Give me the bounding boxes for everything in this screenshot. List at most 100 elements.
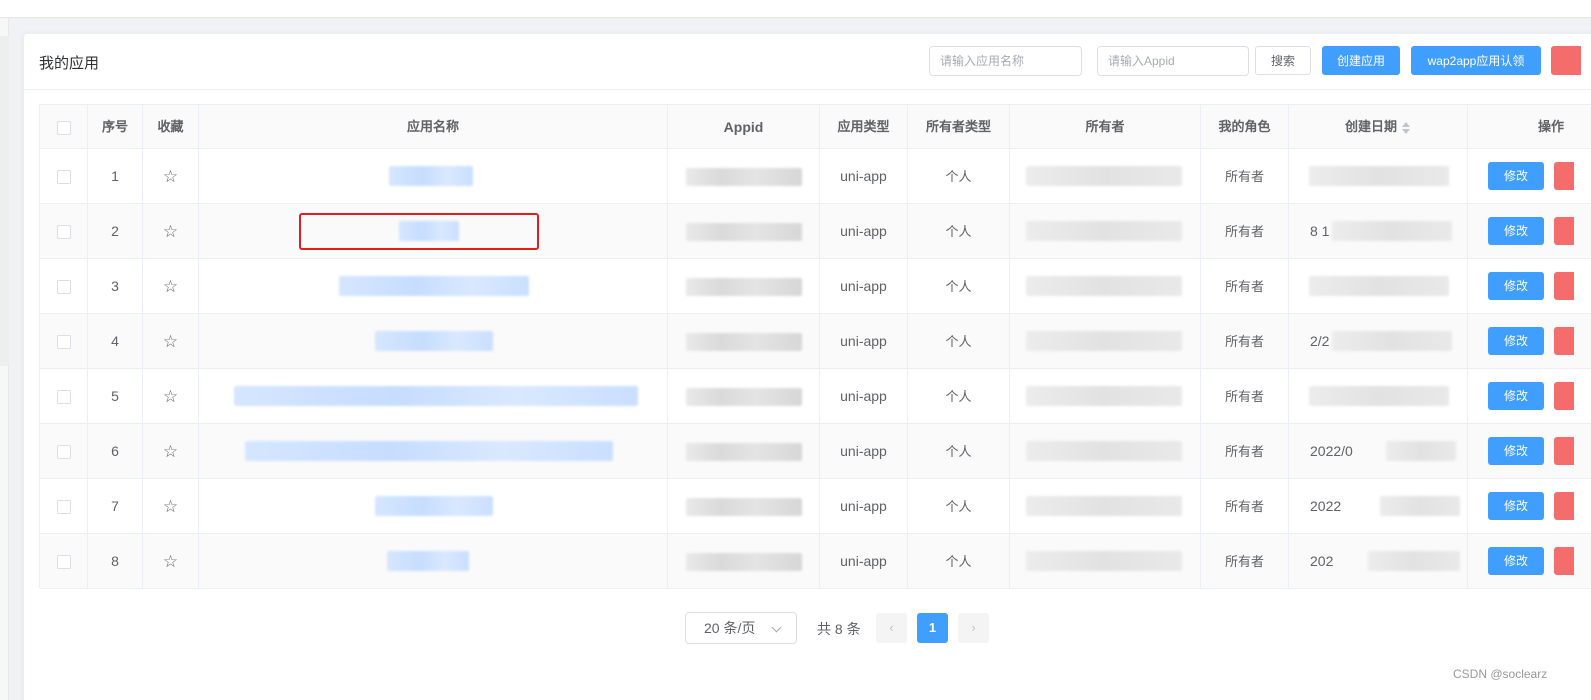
owner-redacted [1026, 496, 1182, 516]
page-size-select[interactable]: 20 条/页 [685, 612, 797, 644]
prev-page-button[interactable]: ‹ [876, 613, 907, 643]
edit-button[interactable]: 修改 [1488, 382, 1544, 410]
star-icon[interactable]: ☆ [163, 167, 178, 186]
table-row[interactable]: 8 ☆ uni-app 个人 所有者 202 修改 [40, 534, 1591, 589]
app-name-redacted[interactable] [389, 166, 473, 186]
app-name-redacted[interactable] [339, 276, 529, 296]
page-button-1[interactable]: 1 [917, 613, 948, 643]
star-icon[interactable]: ☆ [163, 442, 178, 461]
highlight-annotation-box [299, 213, 539, 250]
table-row[interactable]: 6 ☆ uni-app 个人 所有者 2022/0 修改 [40, 424, 1591, 479]
table-row[interactable]: 7 ☆ uni-app 个人 所有者 2022 修改 [40, 479, 1591, 534]
favorite-cell[interactable]: ☆ [143, 369, 199, 424]
search-button[interactable]: 搜索 [1255, 46, 1311, 75]
app-name-cell[interactable] [199, 424, 668, 479]
star-icon[interactable]: ☆ [163, 552, 178, 571]
favorite-cell[interactable]: ☆ [143, 259, 199, 314]
edit-button[interactable]: 修改 [1488, 217, 1544, 245]
actions-cell: 修改 [1468, 369, 1591, 424]
app-name-redacted[interactable] [234, 386, 638, 406]
row-checkbox[interactable] [56, 170, 71, 185]
app-name-cell[interactable] [199, 479, 668, 534]
app-name-cell[interactable] [199, 534, 668, 589]
favorite-cell[interactable]: ☆ [143, 479, 199, 534]
row-select-cell[interactable] [40, 149, 88, 204]
row-select-cell[interactable] [40, 314, 88, 369]
select-all-checkbox[interactable] [56, 120, 71, 135]
star-icon[interactable]: ☆ [163, 222, 178, 241]
table-row[interactable]: 1 ☆ uni-app 个人 所有者 修改 [40, 149, 1591, 204]
app-name-cell[interactable] [199, 314, 668, 369]
app-name-cell[interactable] [199, 369, 668, 424]
row-checkbox[interactable] [56, 555, 71, 570]
row-select-cell[interactable] [40, 204, 88, 259]
edit-button[interactable]: 修改 [1488, 327, 1544, 355]
role-cell: 所有者 [1201, 204, 1289, 259]
delete-button[interactable] [1554, 162, 1574, 190]
create-app-button[interactable]: 创建应用 [1322, 46, 1400, 75]
table-row[interactable]: 4 ☆ uni-app 个人 所有者 2/2 修改 [40, 314, 1591, 369]
delete-button[interactable] [1554, 272, 1574, 300]
app-table: 序号 收藏 应用名称 Appid 应用类型 所有者类型 所有者 我的角色 创建日… [39, 104, 1591, 589]
delete-button[interactable] [1554, 217, 1574, 245]
star-icon[interactable]: ☆ [163, 277, 178, 296]
app-name-cell[interactable] [199, 259, 668, 314]
role-cell: 所有者 [1201, 534, 1289, 589]
row-checkbox[interactable] [56, 225, 71, 240]
owner-redacted [1026, 221, 1182, 241]
favorite-cell[interactable]: ☆ [143, 204, 199, 259]
row-index: 1 [88, 149, 143, 204]
delete-button[interactable] [1554, 382, 1574, 410]
row-checkbox[interactable] [56, 335, 71, 350]
app-name-redacted[interactable] [375, 496, 493, 516]
delete-button[interactable] [1554, 492, 1574, 520]
delete-button[interactable] [1554, 327, 1574, 355]
wap2app-claim-button[interactable]: wap2app应用认领 [1411, 46, 1541, 75]
created-date-redacted [1386, 441, 1456, 461]
row-select-cell[interactable] [40, 424, 88, 479]
star-icon[interactable]: ☆ [163, 497, 178, 516]
more-action-button[interactable] [1551, 46, 1581, 75]
created-date-cell [1289, 149, 1468, 204]
row-select-cell[interactable] [40, 534, 88, 589]
table-row[interactable]: 5 ☆ uni-app 个人 所有者 修改 [40, 369, 1591, 424]
app-name-redacted[interactable] [245, 441, 613, 461]
search-app-name-input[interactable] [929, 46, 1082, 76]
delete-button[interactable] [1554, 437, 1574, 465]
header-select-all[interactable] [40, 105, 88, 149]
table-row[interactable]: 3 ☆ uni-app 个人 所有者 修改 [40, 259, 1591, 314]
search-appid-input[interactable] [1097, 46, 1249, 76]
app-type-cell: uni-app [820, 534, 908, 589]
next-page-button[interactable]: › [958, 613, 989, 643]
row-checkbox[interactable] [56, 445, 71, 460]
favorite-cell[interactable]: ☆ [143, 534, 199, 589]
star-icon[interactable]: ☆ [163, 332, 178, 351]
table-row[interactable]: 2 ☆ uni-app 个人 所有者 8 1 修改 [40, 204, 1591, 259]
row-select-cell[interactable] [40, 479, 88, 534]
edit-button[interactable]: 修改 [1488, 437, 1544, 465]
created-date-cell: 202 [1289, 534, 1468, 589]
edit-button[interactable]: 修改 [1488, 272, 1544, 300]
row-checkbox[interactable] [56, 280, 71, 295]
favorite-cell[interactable]: ☆ [143, 314, 199, 369]
edit-button[interactable]: 修改 [1488, 547, 1544, 575]
row-select-cell[interactable] [40, 369, 88, 424]
app-type-cell: uni-app [820, 424, 908, 479]
column-header-created[interactable]: 创建日期 [1289, 105, 1468, 149]
row-checkbox[interactable] [56, 500, 71, 515]
row-checkbox[interactable] [56, 390, 71, 405]
edit-button[interactable]: 修改 [1488, 492, 1544, 520]
favorite-cell[interactable]: ☆ [143, 149, 199, 204]
app-name-redacted[interactable] [375, 331, 493, 351]
delete-button[interactable] [1554, 547, 1574, 575]
app-name-cell[interactable] [199, 149, 668, 204]
row-select-cell[interactable] [40, 259, 88, 314]
created-date-redacted [1332, 331, 1452, 351]
chevron-down-icon [771, 622, 782, 633]
edit-button[interactable]: 修改 [1488, 162, 1544, 190]
app-name-redacted[interactable] [387, 551, 469, 571]
sort-icon[interactable] [1401, 121, 1411, 134]
appid-cell [668, 424, 820, 479]
star-icon[interactable]: ☆ [163, 387, 178, 406]
favorite-cell[interactable]: ☆ [143, 424, 199, 479]
